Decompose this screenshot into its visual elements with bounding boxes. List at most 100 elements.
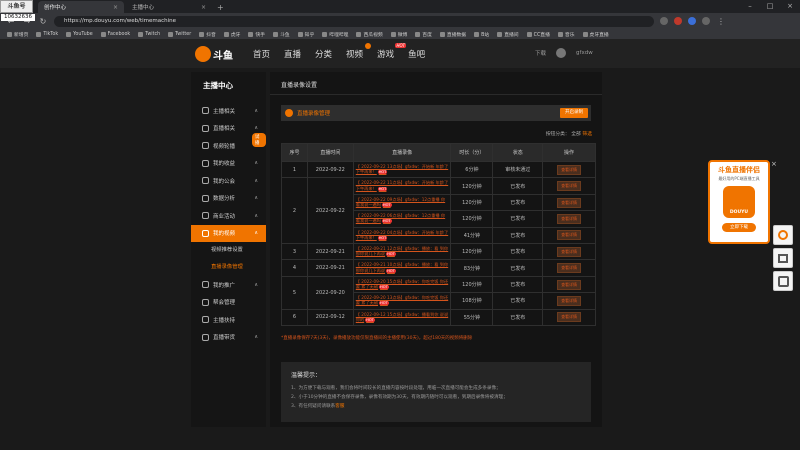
recording-link[interactable]: 【 2022-09-20 13点场】gfxdw：你吃完饭 你还要 累了无敌 HOT <box>356 294 449 307</box>
view-detail-button[interactable]: 查看详情 <box>557 181 582 192</box>
extension-icon[interactable] <box>674 17 682 25</box>
bookmark-item[interactable]: 直播数据 <box>437 31 469 38</box>
username[interactable]: gfxdw <box>576 50 593 56</box>
start-recording-button[interactable]: 开启录制 <box>560 108 588 118</box>
recording-link[interactable]: 【 2022-09-21 10点场】gfxdw：播放：看 到你那你说几下再说 HO… <box>356 261 449 274</box>
live-float-button[interactable] <box>773 225 793 245</box>
view-detail-button[interactable]: 查看详情 <box>557 279 582 290</box>
home-float-button[interactable] <box>773 248 793 268</box>
nav-home[interactable]: 首页 <box>253 48 270 60</box>
view-detail-button[interactable]: 查看详情 <box>557 197 582 208</box>
recording-link[interactable]: 【 2022-09-21 12点场】gfxdw：播放：看 到你那你说几下再说 HO… <box>356 245 449 258</box>
recording-link[interactable]: 【 2022-09-22 09点场】gfxdw：12点重播 你看我说一遍吗 HOT <box>356 196 449 209</box>
recording-link[interactable]: 【 2022-09-22 13点场】gfxdw：开始新 年龄了 下午再来！ HOT <box>356 163 449 176</box>
nav-video[interactable]: 视频 <box>346 43 372 60</box>
bookmark-item[interactable]: 音乐 <box>555 31 578 38</box>
filter-link[interactable]: 筛选 <box>582 132 592 137</box>
url-input[interactable]: https://mp.douyu.com/web/timemachine <box>54 15 654 27</box>
companion-app-ad[interactable]: 斗鱼直播伴侣 最好用的PC端直播工具 DOUYU 立即下载 <box>708 160 770 244</box>
bookmark-item[interactable]: YouTube <box>63 31 96 37</box>
bookmark-item[interactable]: 西瓜视频 <box>353 31 385 38</box>
bookmark-item[interactable]: TikTok <box>33 31 61 37</box>
bookmark-item[interactable]: 斗鱼 <box>270 31 293 38</box>
minimize-icon[interactable]: – <box>740 0 760 13</box>
site-logo[interactable]: 斗鱼 <box>195 44 239 64</box>
bookmark-label: B站 <box>481 32 490 38</box>
view-detail-button[interactable]: 查看详情 <box>557 213 582 224</box>
sidebar-item-my-video[interactable]: 我的视频 ∧ <box>191 224 266 242</box>
nav-live[interactable]: 直播 <box>284 48 301 60</box>
view-detail-button[interactable]: 查看详情 <box>557 164 582 175</box>
recording-link[interactable]: 【 2022-09-22 04点场】gfxdw：开始新 年龄了 下午再来！ HOT <box>356 229 449 242</box>
bookmark-item[interactable]: 虎牙直播 <box>580 31 612 38</box>
bookmark-icon <box>273 31 279 37</box>
bookmark-label: Twitch <box>145 31 161 37</box>
bookmark-item[interactable]: 百度 <box>412 31 435 38</box>
browser-tab-2[interactable]: 主播中心 × <box>126 1 212 13</box>
cell-duration: 120分钟 <box>450 243 494 261</box>
browser-tab-1[interactable]: 创作中心 × <box>38 1 124 13</box>
download-link[interactable]: 下载 <box>535 49 546 57</box>
sidebar-item-commerce[interactable]: 直播带货 ∧ <box>191 329 266 347</box>
sidebar-item-guild[interactable]: 我的公会 ∧ <box>191 172 266 190</box>
maximize-icon[interactable]: □ <box>760 0 780 13</box>
view-detail-button[interactable]: 查看详情 <box>557 230 582 241</box>
bookmark-item[interactable]: 抖音 <box>196 31 219 38</box>
extension-icon[interactable] <box>660 17 668 25</box>
avatar[interactable] <box>556 48 567 58</box>
menu-icon[interactable]: ⋮ <box>716 17 726 26</box>
close-icon[interactable]: × <box>113 4 118 11</box>
bookmark-item[interactable]: Twitter <box>165 31 194 37</box>
move-icon <box>777 275 789 287</box>
bookmark-item[interactable]: 新增页 <box>4 31 31 38</box>
sidebar-item-support[interactable]: 主播扶持 <box>191 311 266 329</box>
profile-avatar[interactable] <box>702 17 710 25</box>
bookmark-item[interactable]: 哔哩哔哩 <box>319 31 351 38</box>
sidebar-item-gang[interactable]: 帮会管理 <box>191 294 266 312</box>
bookmark-icon <box>7 31 12 37</box>
bookmark-item[interactable]: Facebook <box>98 31 134 37</box>
view-detail-button[interactable]: 查看详情 <box>557 295 582 306</box>
close-icon[interactable]: × <box>771 160 779 168</box>
sidebar-item-promotion[interactable]: 我的推广 ∧ <box>191 276 266 294</box>
bookmark-item[interactable]: B站 <box>471 31 492 38</box>
cell-date: 2022-09-22 <box>306 177 354 245</box>
sidebar-sub-recording-manage[interactable]: 直播录像管理 <box>191 259 266 276</box>
nav-game[interactable]: 游戏 HOT <box>377 43 407 60</box>
close-window-icon[interactable]: × <box>780 0 800 13</box>
bookmark-item[interactable]: 微博 <box>388 31 411 38</box>
nav-category[interactable]: 分类 <box>315 48 332 60</box>
bookmark-item[interactable]: 直播间 <box>494 31 521 38</box>
recording-link[interactable]: 【 2022-09-12 15点场】gfxdw：播看到你 说说你的 HOT <box>356 311 449 324</box>
fullscreen-float-button[interactable] <box>773 271 793 291</box>
address-bar: ← → ↻ https://mp.douyu.com/web/timemachi… <box>0 13 800 29</box>
bookmark-item[interactable]: CC直播 <box>524 31 553 38</box>
view-detail-button[interactable]: 查看详情 <box>557 312 582 323</box>
bookmark-item[interactable]: 虎牙 <box>221 31 244 38</box>
sidebar-item-income[interactable]: 我的收益 ∧ <box>191 155 266 173</box>
close-icon[interactable]: × <box>201 4 206 11</box>
bookmark-item[interactable]: Twitch <box>135 31 163 37</box>
new-tab-icon[interactable]: + <box>212 1 229 13</box>
view-detail-button[interactable]: 查看详情 <box>557 263 582 274</box>
bookmark-item[interactable]: 知乎 <box>295 31 318 38</box>
recording-link[interactable]: 【 2022-09-20 15点场】gfxdw：你吃完饭 你还要 累了无敌 HOT <box>356 278 449 291</box>
sidebar-item-business[interactable]: 商业活动 ∧ <box>191 207 266 225</box>
bookmark-icon <box>497 31 503 37</box>
extension-icon[interactable] <box>688 17 696 25</box>
reload-icon[interactable]: ↻ <box>38 17 48 26</box>
sidebar-item-anchor[interactable]: 主播相关 ∧ <box>191 102 266 120</box>
sidebar-sub-video-recommend[interactable]: 视频推荐设置 <box>191 242 266 259</box>
cell-action: 查看详情 <box>542 308 596 327</box>
bookmark-label: 哔哩哔哩 <box>329 32 349 38</box>
view-detail-button[interactable]: 查看详情 <box>557 246 582 257</box>
download-button[interactable]: 立即下载 <box>722 223 756 232</box>
sidebar-item-video-carousel[interactable]: 视频轮播 试播 <box>191 133 266 155</box>
sidebar-item-analytics[interactable]: 数据分析 ∧ <box>191 190 266 208</box>
filter-select[interactable]: 全部 <box>571 132 581 137</box>
contact-service-link[interactable]: 客服 <box>335 404 344 409</box>
nav-fishbar[interactable]: 鱼吧 <box>408 48 425 60</box>
recording-link[interactable]: 【 2022-09-22 06点场】gfxdw：12点重播 你看我说一遍吗 HOT <box>356 212 449 225</box>
recording-link[interactable]: 【 2022-09-22 11点场】gfxdw：开始新 年龄了 下午再来！ HOT <box>356 179 449 192</box>
bookmark-item[interactable]: 快手 <box>245 31 268 38</box>
